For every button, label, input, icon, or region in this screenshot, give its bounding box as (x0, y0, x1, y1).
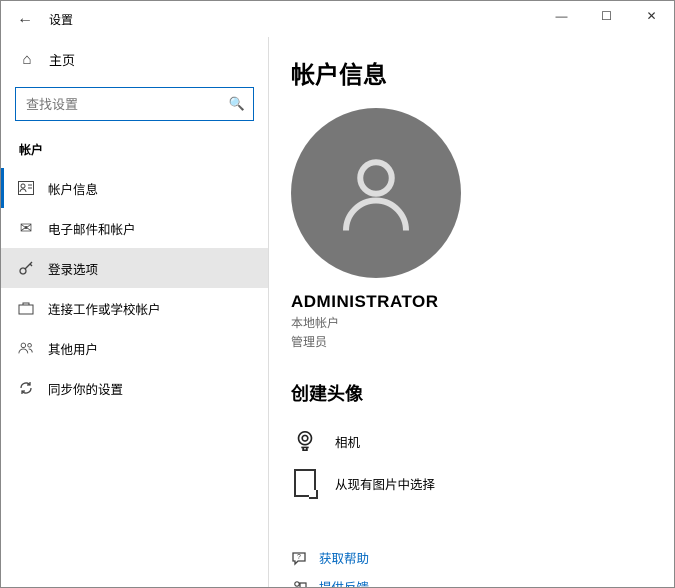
help-icon: ? (291, 550, 307, 566)
nav-item-email[interactable]: ✉ 电子邮件和帐户 (1, 208, 268, 248)
nav-item-sync[interactable]: 同步你的设置 (1, 368, 268, 408)
link-label: 提供反馈 (319, 577, 369, 587)
nav-home[interactable]: ⌂ 主页 (1, 41, 268, 77)
search-box[interactable]: 🔍 (15, 87, 254, 121)
svg-text:?: ? (297, 554, 301, 561)
option-label: 从现有图片中选择 (335, 474, 435, 493)
mail-icon: ✉ (18, 219, 34, 237)
nav-item-label: 帐户信息 (48, 179, 98, 198)
minimize-button[interactable]: — (539, 1, 584, 31)
nav-item-account-info[interactable]: 帐户信息 (1, 168, 268, 208)
create-avatar-heading: 创建头像 (291, 380, 674, 406)
nav-item-signin-options[interactable]: 登录选项 (1, 248, 268, 288)
link-help[interactable]: ? 获取帮助 (291, 548, 674, 567)
person-icon (331, 148, 421, 238)
settings-window: ← 设置 — ☐ ✕ ⌂ 主页 🔍 帐户 帐户信息 ✉ (0, 0, 675, 588)
nav-item-label: 连接工作或学校帐户 (48, 299, 161, 318)
username: ADMINISTRATOR (291, 292, 674, 312)
nav-item-label: 同步你的设置 (48, 379, 123, 398)
role: 管理员 (291, 333, 674, 350)
nav-item-work-school[interactable]: 连接工作或学校帐户 (1, 288, 268, 328)
content-pane: 帐户信息 ADMINISTRATOR 本地帐户 管理员 创建头像 相机 从现有图… (269, 37, 674, 587)
nav-item-other-users[interactable]: 其他用户 (1, 328, 268, 368)
footer-links: ? 获取帮助 提供反馈 (291, 548, 674, 587)
key-icon (18, 260, 34, 276)
option-label: 相机 (335, 432, 360, 451)
back-button[interactable]: ← (9, 10, 41, 28)
option-browse[interactable]: 从现有图片中选择 (291, 462, 674, 504)
page-heading: 帐户信息 (291, 55, 674, 90)
nav-item-label: 登录选项 (48, 259, 98, 278)
option-camera[interactable]: 相机 (291, 420, 674, 462)
feedback-icon (291, 579, 307, 588)
nav-home-label: 主页 (49, 50, 75, 69)
search-input[interactable] (24, 96, 229, 113)
avatar (291, 108, 461, 278)
close-button[interactable]: ✕ (629, 1, 674, 31)
nav-item-label: 电子邮件和帐户 (48, 219, 136, 238)
briefcase-icon (18, 301, 34, 315)
sync-icon (18, 380, 34, 396)
account-type: 本地帐户 (291, 314, 674, 331)
browse-icon (291, 469, 319, 497)
person-card-icon (18, 181, 34, 195)
search-icon: 🔍 (229, 96, 245, 112)
link-feedback[interactable]: 提供反馈 (291, 577, 674, 587)
camera-icon (291, 427, 319, 455)
maximize-button[interactable]: ☐ (584, 1, 629, 31)
people-icon (18, 341, 34, 355)
sidebar: ⌂ 主页 🔍 帐户 帐户信息 ✉ 电子邮件和帐户 (1, 37, 269, 587)
window-title: 设置 (49, 11, 73, 28)
link-label: 获取帮助 (319, 548, 369, 567)
section-label: 帐户 (1, 141, 268, 158)
caption-buttons: — ☐ ✕ (539, 1, 674, 31)
home-icon: ⌂ (19, 51, 35, 68)
nav-item-label: 其他用户 (48, 339, 98, 358)
